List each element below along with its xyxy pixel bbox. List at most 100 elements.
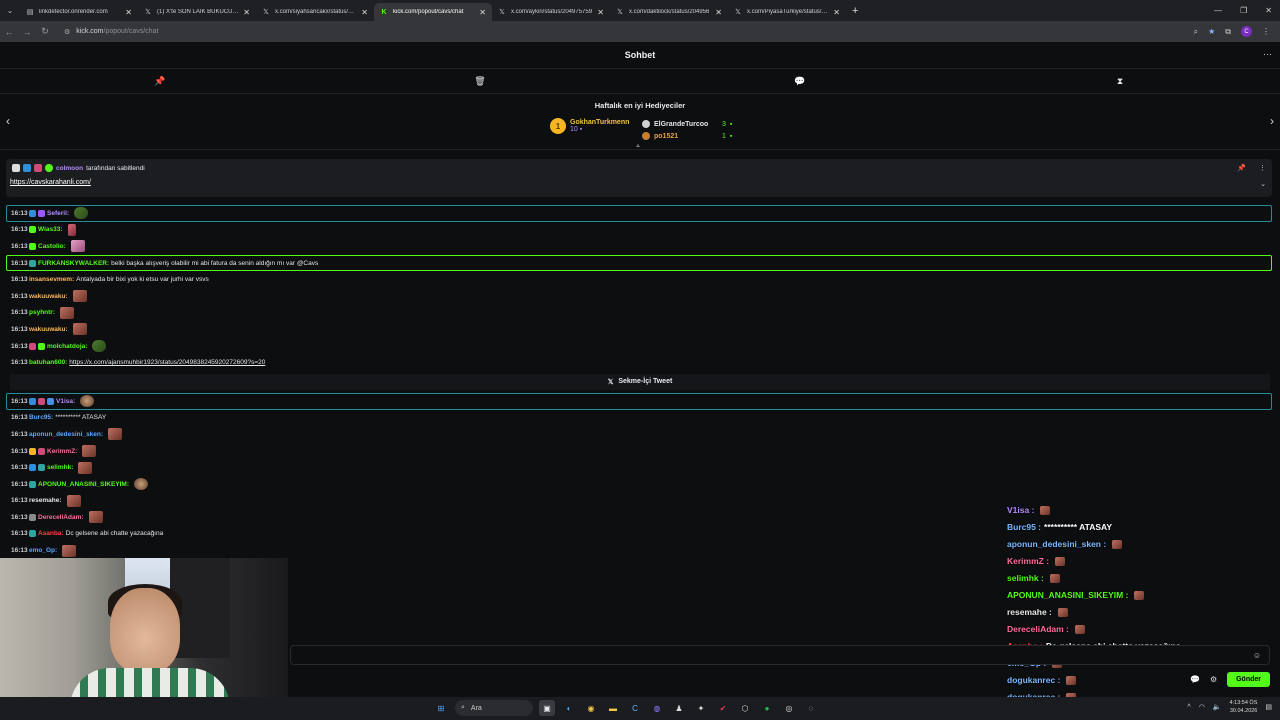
chrome-icon[interactable]: ◉: [583, 700, 599, 716]
app-icon[interactable]: C: [627, 700, 643, 716]
top-gifter-name[interactable]: GokhanTurkmenn: [570, 119, 629, 126]
browser-menu-icon[interactable]: ⋮: [1262, 27, 1270, 36]
pin-tool-icon[interactable]: 📌: [0, 69, 320, 93]
chat-message[interactable]: 16:13 psyhntr:: [0, 305, 1280, 322]
zoom-icon[interactable]: ⌕: [1194, 27, 1198, 37]
reload-icon[interactable]: ↻: [36, 26, 54, 37]
message-username[interactable]: APONUN_ANASINI_SIKEYIM:: [38, 481, 129, 488]
new-tab-button[interactable]: +: [852, 5, 858, 17]
extensions-icon[interactable]: ⧉: [1225, 27, 1231, 37]
message-username[interactable]: wakuuwaku:: [29, 293, 68, 300]
chat-message[interactable]: 16:13 resemahe:: [0, 493, 1280, 510]
chevron-down-icon[interactable]: ⌄: [1260, 180, 1266, 188]
chat-message[interactable]: 16:13 selimhk:: [0, 459, 1280, 476]
maximize-icon[interactable]: ❐: [1240, 6, 1247, 15]
chat-message[interactable]: 16:13 Wias33:: [0, 222, 1280, 239]
taskbar-search[interactable]: ⌕ Ara: [455, 700, 533, 716]
chat-message[interactable]: 16:13 wakuuwaku:: [0, 321, 1280, 338]
discord-icon[interactable]: ◍: [649, 700, 665, 716]
timer-tool-icon[interactable]: ⧗: [960, 69, 1280, 93]
message-link[interactable]: https://x.com/ajansmuhbir1923/status/204…: [69, 359, 265, 366]
chat-message[interactable]: 16:13 insansevmem: Antalyada bir bixi yok …: [0, 271, 1280, 288]
tab-search-icon[interactable]: ⌄: [0, 0, 20, 21]
chat-input[interactable]: ☺: [290, 645, 1270, 665]
message-username[interactable]: Burc95:: [29, 414, 53, 421]
chat-message[interactable]: 16:13 Seferil:: [6, 205, 1272, 222]
chat-message[interactable]: 16:13 wakuuwaku:: [0, 288, 1280, 305]
chat-message[interactable]: 16:13 aponun_dedesini_sken:: [0, 426, 1280, 443]
settings-gear-icon[interactable]: ⚙: [1210, 675, 1217, 684]
browser-tab[interactable]: 𝕏x.com/siyahsancakx/status/204 ✕: [256, 3, 374, 21]
edge-icon[interactable]: ◐: [561, 700, 577, 716]
pinned-more-icon[interactable]: ⋮: [1259, 164, 1266, 172]
chat-settings-icon[interactable]: ⋯: [1263, 49, 1272, 60]
minimize-icon[interactable]: —: [1214, 6, 1222, 15]
message-username[interactable]: Wias33:: [38, 226, 63, 233]
message-username[interactable]: KerimmZ:: [47, 448, 77, 455]
windows-start-icon[interactable]: ⊞: [433, 700, 449, 716]
message-username[interactable]: insansevmem:: [29, 276, 74, 283]
message-username[interactable]: emo_Gp:: [29, 547, 57, 554]
close-tab-icon[interactable]: ✕: [361, 8, 368, 17]
message-username[interactable]: psyhntr:: [29, 309, 55, 316]
message-username[interactable]: FURKANSKYWALKER:: [38, 260, 109, 267]
chat-message[interactable]: 16:13 APONUN_ANASINI_SIKEYIM:: [0, 476, 1280, 493]
profile-avatar[interactable]: C: [1241, 26, 1252, 37]
bookmark-star-icon[interactable]: ★: [1208, 27, 1215, 36]
delete-tool-icon[interactable]: 🗑: [320, 69, 640, 93]
message-username[interactable]: wakuuwaku:: [29, 326, 68, 333]
forward-icon[interactable]: →: [18, 27, 36, 37]
collapse-icon[interactable]: ⩡: [636, 143, 640, 151]
notifications-icon[interactable]: ▤: [1265, 703, 1272, 711]
message-username[interactable]: Castolio:: [38, 243, 66, 250]
message-tool-icon[interactable]: 💬: [640, 69, 960, 93]
volume-icon[interactable]: 🔈: [1213, 703, 1222, 711]
chevron-left-icon[interactable]: ‹: [6, 114, 10, 128]
gifter-name[interactable]: ElGrandeTurcoo: [654, 121, 718, 128]
task-view-icon[interactable]: ▣: [539, 700, 555, 716]
message-username[interactable]: DereceliAdam:: [38, 514, 84, 521]
chat-message[interactable]: 16:13 Burc95: ********** ATASAY: [0, 410, 1280, 427]
close-window-icon[interactable]: ✕: [1265, 6, 1272, 15]
close-tab-icon[interactable]: ✕: [597, 8, 604, 17]
app-icon[interactable]: ◎: [781, 700, 797, 716]
chat-message[interactable]: 16:13 V1isa:: [6, 392, 1272, 410]
browser-tab[interactable]: Kkick.com/popout/cavs/chat ✕: [374, 3, 492, 21]
emoji-icon[interactable]: ☺: [1253, 651, 1261, 660]
chat-bubble-icon[interactable]: 💬: [1190, 675, 1200, 684]
close-tab-icon[interactable]: ✕: [833, 8, 840, 17]
close-tab-icon[interactable]: ✕: [715, 8, 722, 17]
close-tab-icon[interactable]: ✕: [479, 8, 486, 17]
app-icon[interactable]: ✔: [715, 700, 731, 716]
pinned-link[interactable]: https://cavskarahanli.com/: [10, 179, 91, 186]
folder-icon[interactable]: ▬: [605, 700, 621, 716]
message-username[interactable]: selimhk:: [47, 464, 73, 471]
chevron-right-icon[interactable]: ›: [1270, 114, 1274, 128]
chat-message[interactable]: 16:13 batuhan600: https://x.com/ajansmuhbi…: [0, 354, 1280, 371]
unpin-icon[interactable]: 📌: [1237, 164, 1246, 172]
app-icon[interactable]: ♟: [671, 700, 687, 716]
site-info-icon[interactable]: ⚙: [64, 28, 70, 36]
inline-tweet-bar[interactable]: 𝕏 Sekme-İçi Tweet: [10, 373, 1270, 390]
browser-tab[interactable]: 𝕏x.com/aykiri/status/204975759 ✕: [492, 3, 610, 21]
browser-tab[interactable]: 𝕏x.com/daktilock/status/204956 ✕: [610, 3, 728, 21]
chat-message[interactable]: 16:13 KerimmZ:: [0, 443, 1280, 460]
app-icon[interactable]: ⬡: [737, 700, 753, 716]
chat-message[interactable]: 16:13 Castolio:: [0, 238, 1280, 255]
message-username[interactable]: molchatdoja:: [47, 343, 87, 350]
taskbar-clock[interactable]: 4:13:54 ÖS 30.04.2026: [1230, 699, 1258, 715]
url-field[interactable]: ⚙ kick.com/popout/cavs/chat: [58, 24, 1194, 40]
app-icon[interactable]: ✦: [693, 700, 709, 716]
chat-message[interactable]: 16:13 molchatdoja:: [0, 338, 1280, 355]
tray-chevron-icon[interactable]: ^: [1187, 704, 1190, 711]
message-username[interactable]: aponun_dedesini_sken:: [29, 431, 103, 438]
close-tab-icon[interactable]: ✕: [125, 8, 132, 17]
close-tab-icon[interactable]: ✕: [243, 8, 250, 17]
app-icon[interactable]: ◌: [803, 700, 819, 716]
message-username[interactable]: Asanba:: [38, 530, 64, 537]
send-button[interactable]: Gönder: [1227, 672, 1270, 687]
message-username[interactable]: Seferil:: [47, 210, 69, 217]
message-username[interactable]: batuhan600:: [29, 359, 67, 366]
browser-tab[interactable]: 𝕏 (1) X'te SON LAİK BÜKÜCÜ tw ✕: [138, 3, 256, 21]
gifter-name[interactable]: po1521: [654, 133, 718, 140]
